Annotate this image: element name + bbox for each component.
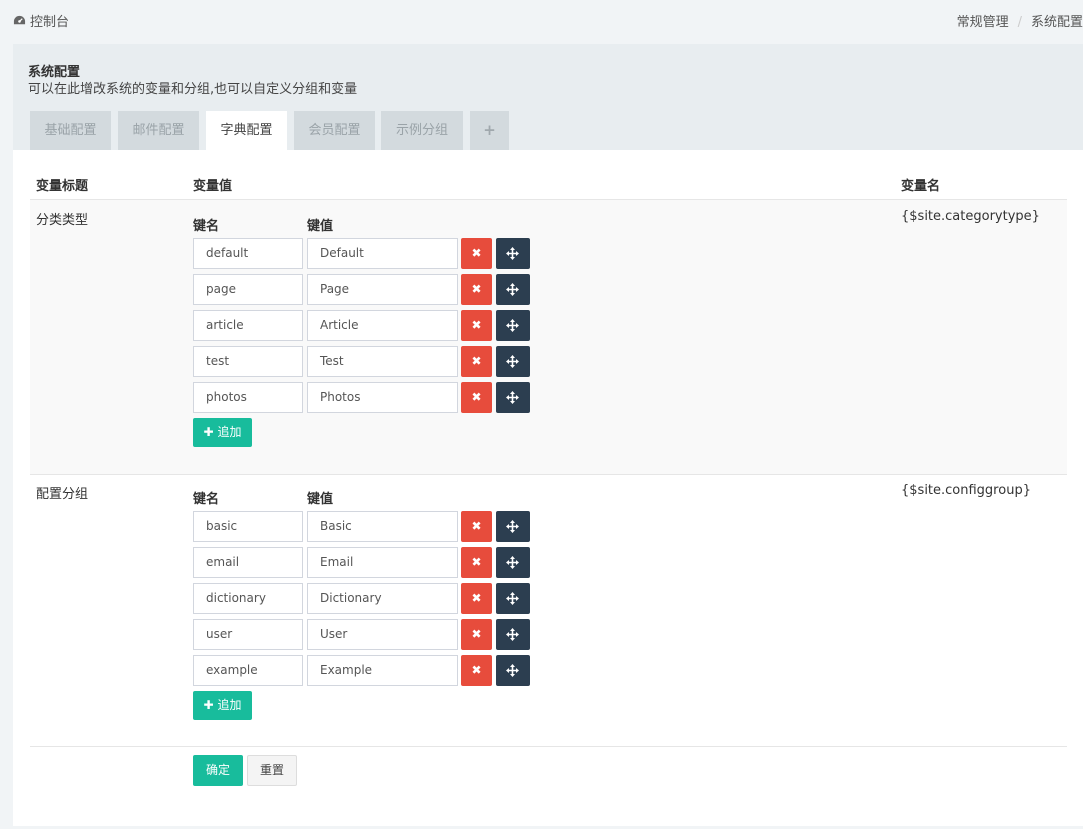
tab-basic[interactable]: 基础配置	[30, 111, 111, 150]
close-icon: ✖	[471, 555, 482, 569]
key-input[interactable]: article	[193, 310, 303, 341]
key-input[interactable]: default	[193, 238, 303, 269]
value-input[interactable]: Page	[307, 274, 458, 305]
value-input[interactable]: Photos	[307, 382, 458, 413]
move-handle[interactable]	[496, 238, 530, 269]
move-handle[interactable]	[496, 547, 530, 578]
move-arrows-icon	[506, 319, 519, 332]
close-icon: ✖	[471, 627, 482, 641]
breadcrumb-item-general[interactable]: 常规管理	[957, 15, 1009, 30]
append-label: 追加	[217, 425, 242, 439]
close-icon: ✖	[471, 519, 482, 533]
variable-name-config-group: {$site.configgroup}	[901, 483, 1031, 498]
dashboard-icon	[13, 15, 26, 25]
delete-button[interactable]: ✖	[461, 238, 492, 269]
breadcrumb-item-system-config[interactable]: 系统配置	[1031, 15, 1083, 30]
move-arrows-icon	[506, 283, 519, 296]
tab-example[interactable]: 示例分组	[381, 111, 463, 150]
panel-heading: 系统配置 可以在此增改系统的变量和分组,也可以自定义分组和变量 基础配置 邮件配…	[13, 44, 1083, 150]
breadcrumb-home-label: 控制台	[30, 15, 70, 30]
move-handle[interactable]	[496, 382, 530, 413]
header-variable-value: 变量值	[193, 179, 233, 194]
append-button[interactable]: ✚ 追加	[193, 418, 252, 447]
value-header: 键值	[307, 492, 334, 507]
key-input[interactable]: basic	[193, 511, 303, 542]
close-icon: ✖	[471, 591, 482, 605]
value-input[interactable]: Test	[307, 346, 458, 377]
header-variable-name: 变量名	[901, 179, 941, 194]
panel-description: 可以在此增改系统的变量和分组,也可以自定义分组和变量	[28, 82, 358, 97]
key-input[interactable]: example	[193, 655, 303, 686]
move-handle[interactable]	[496, 511, 530, 542]
move-handle[interactable]	[496, 274, 530, 305]
move-arrows-icon	[506, 355, 519, 368]
add-group-tab[interactable]: +	[470, 111, 509, 150]
key-header: 键名	[193, 492, 220, 507]
divider	[30, 746, 1067, 747]
move-handle[interactable]	[496, 619, 530, 650]
key-input[interactable]: test	[193, 346, 303, 377]
delete-button[interactable]: ✖	[461, 547, 492, 578]
tab-dictionary[interactable]: 字典配置	[206, 111, 287, 150]
value-input[interactable]: Default	[307, 238, 458, 269]
delete-button[interactable]: ✖	[461, 655, 492, 686]
key-input[interactable]: email	[193, 547, 303, 578]
delete-button[interactable]: ✖	[461, 583, 492, 614]
delete-button[interactable]: ✖	[461, 346, 492, 377]
delete-button[interactable]: ✖	[461, 310, 492, 341]
table-row	[30, 200, 1067, 474]
append-button[interactable]: ✚ 追加	[193, 691, 252, 720]
value-input[interactable]: User	[307, 619, 458, 650]
key-input[interactable]: user	[193, 619, 303, 650]
row-title-config-group: 配置分组	[36, 487, 89, 502]
plus-icon: ✚	[203, 425, 214, 439]
key-input[interactable]: photos	[193, 382, 303, 413]
value-input[interactable]: Basic	[307, 511, 458, 542]
breadcrumb-bar: 控制台 常规管理 / 系统配置	[0, 0, 1083, 40]
variable-name-category-type: {$site.categorytype}	[901, 209, 1040, 224]
key-header: 键名	[193, 219, 220, 234]
move-arrows-icon	[506, 592, 519, 605]
value-input[interactable]: Example	[307, 655, 458, 686]
move-arrows-icon	[506, 520, 519, 533]
move-handle[interactable]	[496, 346, 530, 377]
value-input[interactable]: Dictionary	[307, 583, 458, 614]
key-input[interactable]: dictionary	[193, 583, 303, 614]
reset-button[interactable]: 重置	[247, 755, 297, 786]
submit-button[interactable]: 确定	[193, 755, 243, 786]
delete-button[interactable]: ✖	[461, 511, 492, 542]
header-variable-title: 变量标题	[36, 179, 89, 194]
append-label: 追加	[217, 698, 242, 712]
value-input[interactable]: Article	[307, 310, 458, 341]
delete-button[interactable]: ✖	[461, 274, 492, 305]
move-arrows-icon	[506, 556, 519, 569]
value-input[interactable]: Email	[307, 547, 458, 578]
breadcrumb-home[interactable]: 控制台	[13, 11, 69, 30]
close-icon: ✖	[471, 354, 482, 368]
delete-button[interactable]: ✖	[461, 382, 492, 413]
move-handle[interactable]	[496, 583, 530, 614]
move-handle[interactable]	[496, 310, 530, 341]
close-icon: ✖	[471, 663, 482, 677]
close-icon: ✖	[471, 390, 482, 404]
close-icon: ✖	[471, 282, 482, 296]
key-input[interactable]: page	[193, 274, 303, 305]
value-header: 键值	[307, 219, 334, 234]
plus-icon: ✚	[203, 698, 214, 712]
breadcrumb-separator: /	[1017, 15, 1022, 30]
close-icon: ✖	[471, 246, 482, 260]
move-arrows-icon	[506, 664, 519, 677]
move-arrows-icon	[506, 391, 519, 404]
move-handle[interactable]	[496, 655, 530, 686]
divider	[30, 474, 1067, 475]
row-title-category-type: 分类类型	[36, 213, 89, 228]
move-arrows-icon	[506, 247, 519, 260]
breadcrumb-path: 常规管理 / 系统配置	[957, 11, 1083, 30]
tab-user[interactable]: 会员配置	[294, 111, 375, 150]
tab-email[interactable]: 邮件配置	[118, 111, 199, 150]
config-panel: 系统配置 可以在此增改系统的变量和分组,也可以自定义分组和变量 基础配置 邮件配…	[13, 44, 1083, 826]
delete-button[interactable]: ✖	[461, 619, 492, 650]
move-arrows-icon	[506, 628, 519, 641]
close-icon: ✖	[471, 318, 482, 332]
